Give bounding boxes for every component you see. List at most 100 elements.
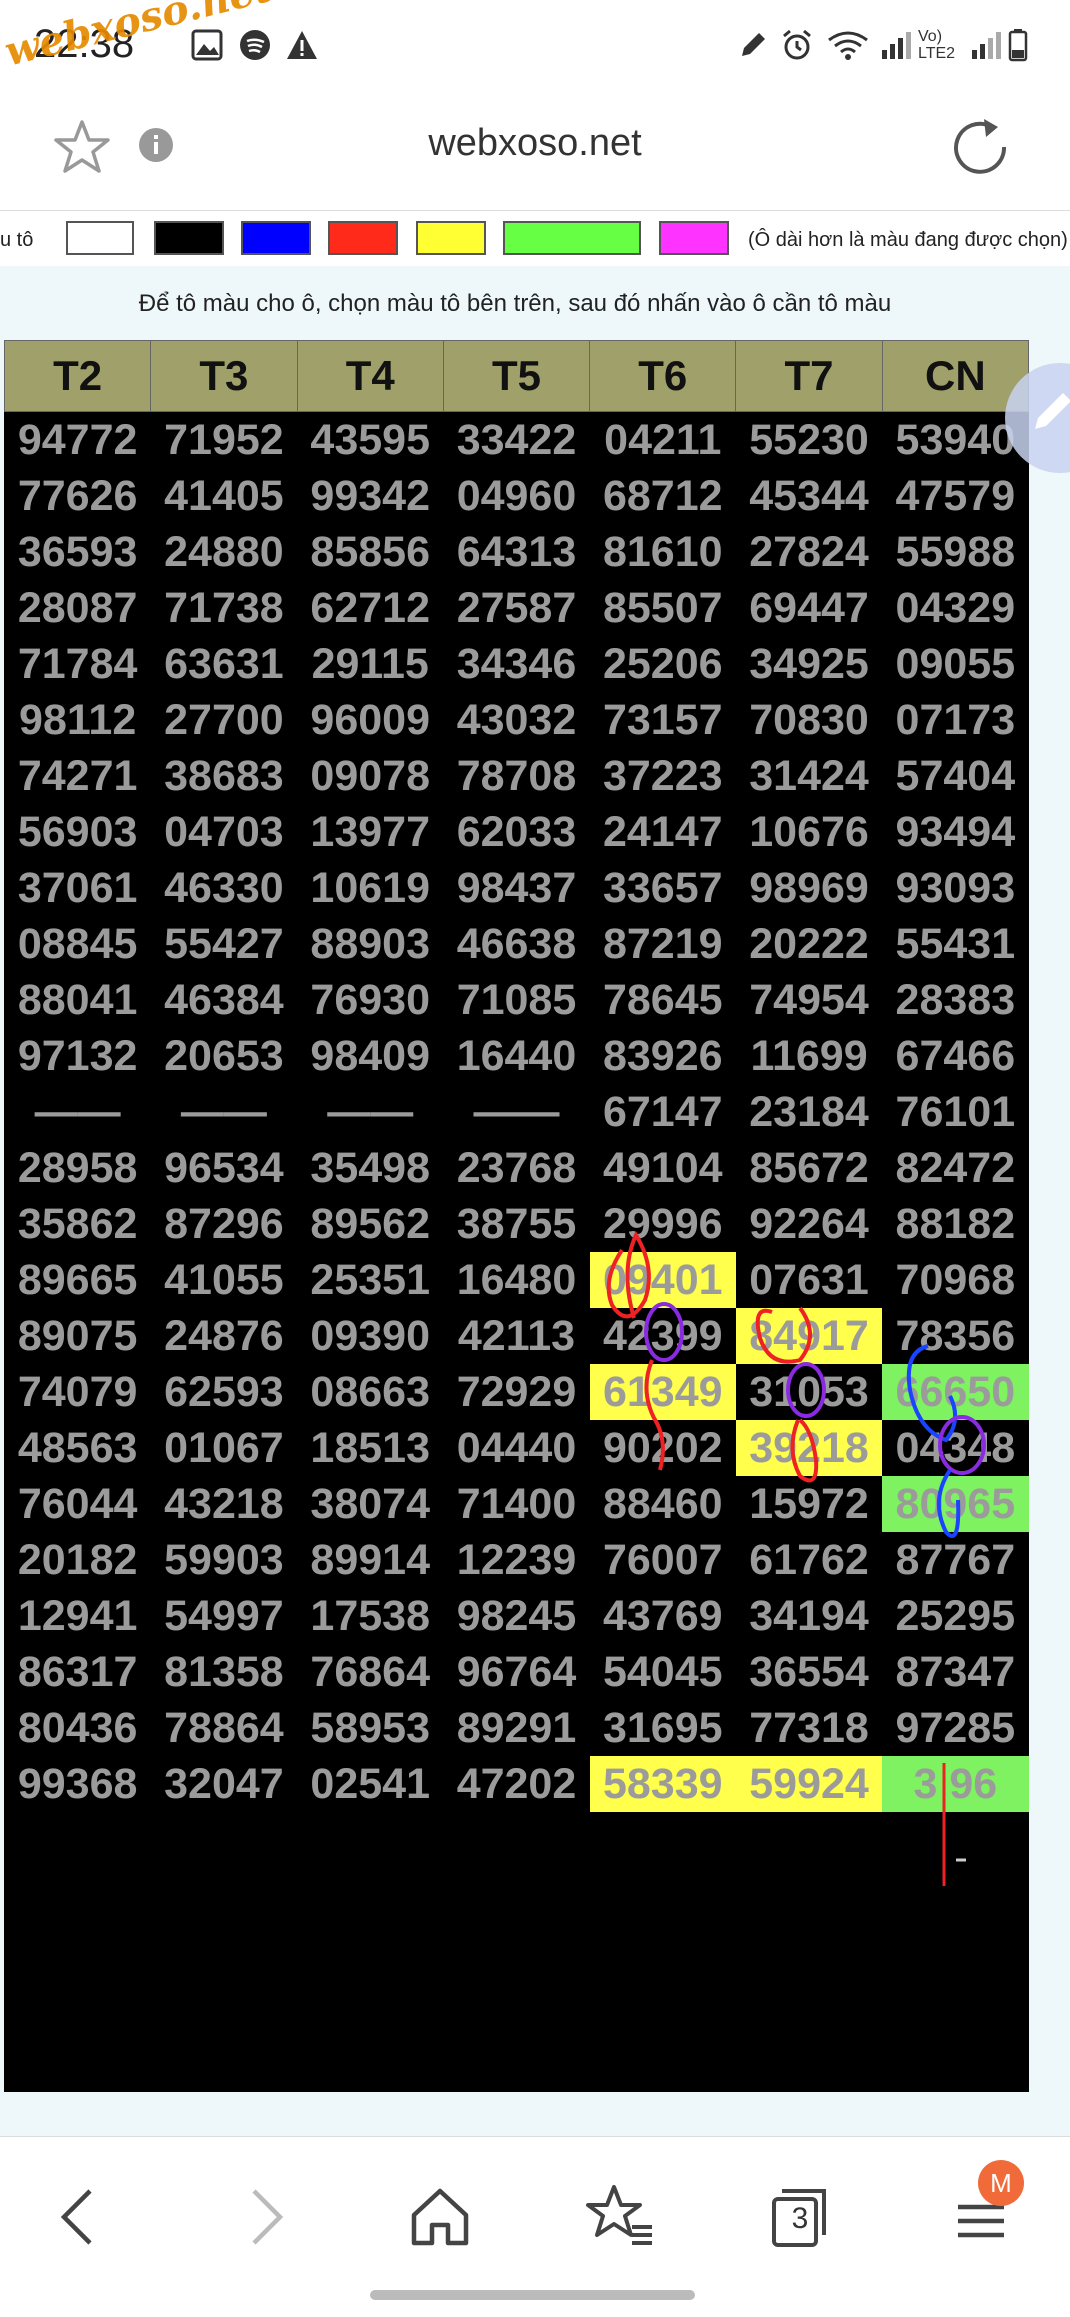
number-cell[interactable]: 62033 bbox=[443, 804, 589, 860]
number-cell[interactable]: 18513 bbox=[297, 1420, 443, 1476]
swatch-yellow[interactable] bbox=[416, 221, 486, 255]
number-cell[interactable]: 04329 bbox=[882, 580, 1028, 636]
number-cell[interactable]: 98245 bbox=[443, 1588, 589, 1644]
number-cell[interactable]: 25351 bbox=[297, 1252, 443, 1308]
number-cell[interactable]: 76864 bbox=[297, 1644, 443, 1700]
number-cell[interactable]: 24147 bbox=[590, 804, 736, 860]
number-cell[interactable]: 46384 bbox=[151, 972, 297, 1028]
number-cell[interactable]: 41055 bbox=[151, 1252, 297, 1308]
number-cell[interactable]: 71784 bbox=[5, 636, 151, 692]
number-cell[interactable]: 94772 bbox=[5, 412, 151, 469]
number-cell[interactable]: 09401 bbox=[589, 1252, 736, 1308]
number-cell[interactable]: 04211 bbox=[590, 412, 736, 469]
number-cell[interactable]: 89291 bbox=[443, 1700, 589, 1756]
number-cell[interactable]: 09055 bbox=[882, 636, 1028, 692]
number-cell[interactable]: 08663 bbox=[297, 1364, 443, 1420]
number-cell[interactable]: 89665 bbox=[5, 1252, 151, 1308]
number-cell[interactable]: 24880 bbox=[151, 524, 297, 580]
number-cell[interactable]: 67466 bbox=[882, 1028, 1028, 1084]
number-cell[interactable]: 74954 bbox=[736, 972, 882, 1028]
number-cell[interactable]: 31424 bbox=[736, 748, 882, 804]
number-cell[interactable]: 49104 bbox=[590, 1140, 736, 1196]
number-cell[interactable]: 45344 bbox=[736, 468, 882, 524]
number-cell[interactable]: 87767 bbox=[882, 1532, 1028, 1588]
number-cell[interactable]: 97132 bbox=[5, 1028, 151, 1084]
home-indicator[interactable] bbox=[370, 2290, 695, 2300]
number-cell[interactable]: 39218 bbox=[735, 1420, 883, 1476]
number-cell[interactable]: 11699 bbox=[736, 1028, 882, 1084]
number-cell[interactable]: 83926 bbox=[590, 1028, 736, 1084]
number-cell[interactable]: 34194 bbox=[736, 1588, 882, 1644]
number-cell[interactable]: 66650 bbox=[882, 1364, 1029, 1420]
number-cell[interactable]: 36593 bbox=[5, 524, 151, 580]
number-cell[interactable]: 71085 bbox=[443, 972, 589, 1028]
number-cell[interactable]: 78864 bbox=[151, 1700, 297, 1756]
forward-icon[interactable] bbox=[224, 2177, 304, 2257]
number-cell[interactable]: 04440 bbox=[443, 1420, 589, 1476]
number-cell[interactable]: 04703 bbox=[151, 804, 297, 860]
number-cell[interactable]: 61349 bbox=[589, 1364, 736, 1420]
number-cell[interactable]: 76007 bbox=[590, 1532, 736, 1588]
number-cell[interactable]: 62593 bbox=[151, 1364, 297, 1420]
number-cell[interactable]: 93494 bbox=[882, 804, 1028, 860]
number-cell[interactable]: 16480 bbox=[443, 1252, 589, 1308]
number-cell[interactable]: 55431 bbox=[882, 916, 1028, 972]
number-cell[interactable]: 43769 bbox=[590, 1588, 736, 1644]
number-cell[interactable]: 62712 bbox=[297, 580, 443, 636]
swatch-blue[interactable] bbox=[241, 221, 311, 255]
number-cell[interactable]: 29996 bbox=[590, 1196, 736, 1252]
back-icon[interactable] bbox=[40, 2177, 120, 2257]
number-cell[interactable]: 96009 bbox=[297, 692, 443, 748]
number-cell[interactable]: 10676 bbox=[736, 804, 882, 860]
number-cell[interactable]: 55427 bbox=[151, 916, 297, 972]
number-cell[interactable]: 99368 bbox=[5, 1756, 151, 1812]
home-icon[interactable] bbox=[400, 2177, 480, 2257]
number-cell[interactable]: 42113 bbox=[443, 1308, 589, 1364]
number-cell[interactable]: 33657 bbox=[590, 860, 736, 916]
number-cell[interactable]: 10619 bbox=[297, 860, 443, 916]
number-cell[interactable]: 59924 bbox=[735, 1756, 883, 1812]
bookmarks-icon[interactable] bbox=[580, 2177, 660, 2257]
number-cell[interactable]: 69447 bbox=[736, 580, 882, 636]
number-cell[interactable]: 58953 bbox=[297, 1700, 443, 1756]
number-cell[interactable]: 67147 bbox=[590, 1084, 736, 1140]
number-cell[interactable]: 82472 bbox=[882, 1140, 1028, 1196]
swatch-black[interactable] bbox=[154, 221, 224, 255]
number-cell[interactable]: 81610 bbox=[590, 524, 736, 580]
number-cell[interactable]: 78356 bbox=[882, 1308, 1028, 1364]
number-cell[interactable]: 46638 bbox=[443, 916, 589, 972]
number-cell[interactable]: 43032 bbox=[443, 692, 589, 748]
number-cell[interactable]: 56903 bbox=[5, 804, 151, 860]
number-cell[interactable]: 29115 bbox=[297, 636, 443, 692]
number-cell[interactable]: 64313 bbox=[443, 524, 589, 580]
number-cell[interactable]: 89562 bbox=[297, 1196, 443, 1252]
number-cell[interactable]: 98112 bbox=[5, 692, 151, 748]
number-cell[interactable]: 70968 bbox=[882, 1252, 1028, 1308]
number-cell[interactable]: 86317 bbox=[5, 1644, 151, 1700]
number-cell[interactable]: 74079 bbox=[5, 1364, 151, 1420]
number-cell[interactable]: 28383 bbox=[882, 972, 1028, 1028]
number-cell[interactable]: 28958 bbox=[5, 1140, 151, 1196]
number-cell[interactable]: 88903 bbox=[297, 916, 443, 972]
number-cell[interactable]: 48563 bbox=[5, 1420, 151, 1476]
number-cell[interactable]: 01067 bbox=[151, 1420, 297, 1476]
number-cell[interactable]: 31695 bbox=[590, 1700, 736, 1756]
number-cell[interactable]: —— bbox=[443, 1084, 589, 1140]
number-cell[interactable]: 98437 bbox=[443, 860, 589, 916]
number-cell[interactable]: 12941 bbox=[5, 1588, 151, 1644]
number-cell[interactable]: 38074 bbox=[297, 1476, 443, 1532]
number-cell[interactable]: 97285 bbox=[882, 1700, 1028, 1756]
number-cell[interactable]: 73157 bbox=[590, 692, 736, 748]
number-cell[interactable]: 84917 bbox=[735, 1308, 883, 1364]
number-cell[interactable]: 20222 bbox=[736, 916, 882, 972]
swatch-magenta[interactable] bbox=[659, 221, 729, 255]
tabs-button[interactable]: 3 bbox=[760, 2177, 840, 2257]
number-cell[interactable]: 87296 bbox=[151, 1196, 297, 1252]
number-cell[interactable]: 35498 bbox=[297, 1140, 443, 1196]
swatch-green-selected[interactable] bbox=[503, 221, 641, 255]
number-cell[interactable]: 07631 bbox=[736, 1252, 882, 1308]
number-cell[interactable]: 32047 bbox=[151, 1756, 297, 1812]
number-cell[interactable]: 71738 bbox=[151, 580, 297, 636]
number-cell[interactable]: 23184 bbox=[736, 1084, 882, 1140]
number-cell[interactable]: —— bbox=[5, 1084, 151, 1140]
